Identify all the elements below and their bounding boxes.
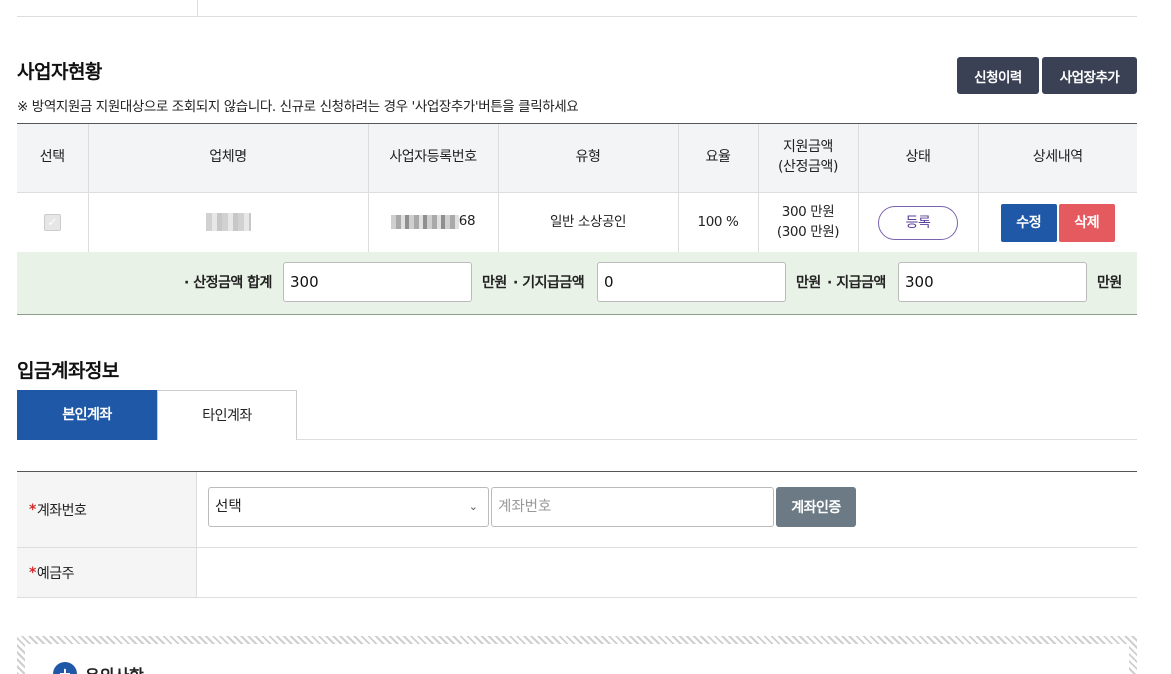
plus-circle-icon: + [53, 662, 77, 674]
business-notice: ※ 방역지원금 지원대상으로 조회되지 않습니다. 신규로 신청하려는 경우 '… [17, 99, 579, 115]
reg-no-tail: 68 [458, 213, 476, 230]
calc-amount: (300 만원) [776, 223, 840, 240]
add-business-button[interactable]: 사업장추가 [1042, 57, 1137, 94]
amount-summary-bar: · 산정금액 합계 만원 · 기지급금액 만원 · 지급금액 만원 [17, 252, 1137, 315]
col-rate: 요율 [677, 123, 758, 193]
account-holder-label: * 예금주 [17, 548, 197, 597]
col-type: 유형 [497, 123, 678, 193]
col-amount-line2: (산정금액) [777, 159, 839, 175]
account-section-title: 입금계좌정보 [17, 360, 119, 382]
chevron-down-icon: ⌄ [468, 500, 478, 513]
verify-account-button[interactable]: 계좌인증 [776, 487, 856, 527]
business-type: 일반 소상공인 [497, 192, 678, 253]
paid-amount-label: · 기지급금액 [513, 275, 585, 291]
edit-button[interactable]: 수정 [1000, 203, 1057, 242]
col-amount-line1: 지원금액 [783, 139, 833, 156]
select-checkbox[interactable]: ✓ [43, 213, 61, 231]
payout-amount-label: · 지급금액 [827, 275, 886, 291]
calc-total-input[interactable] [283, 262, 472, 302]
account-tabs: 본인계좌 타인계좌 [17, 390, 1137, 440]
account-number-label-text: 계좌번호 [36, 502, 87, 519]
col-detail: 상세내역 [977, 123, 1137, 193]
reg-no-redacted [390, 215, 459, 230]
col-reg-no: 사업자등록번호 [367, 123, 498, 193]
company-name-redacted [205, 212, 251, 231]
business-section-title: 사업자현황 [17, 61, 102, 83]
table-row: ✓ 68 일반 소상공인 100 % 300 만원 (300 만원) 등록 수정 삭… [17, 192, 1137, 253]
paid-amount-input[interactable] [597, 262, 786, 302]
bank-select[interactable]: 선택 ⌄ [208, 487, 489, 527]
previous-table-row [17, 0, 1137, 17]
account-holder-row: * 예금주 [17, 548, 1137, 598]
account-holder-label-text: 예금주 [36, 565, 75, 582]
required-mark: * [29, 564, 36, 581]
status-badge: 등록 [878, 205, 958, 240]
guide-title: 유의사항 [85, 662, 144, 674]
bank-select-value: 선택 [215, 499, 242, 515]
account-number-input[interactable] [491, 487, 774, 527]
unit-label-2: 만원 [796, 275, 821, 291]
table-header-row: 선택 업체명 사업자등록번호 유형 요율 지원금액 (산정금액) 상태 상세내역 [17, 123, 1137, 193]
application-history-button[interactable]: 신청이력 [957, 57, 1039, 94]
tab-other-account[interactable]: 타인계좌 [157, 390, 297, 440]
account-form: *계좌번호 선택⌄ 계좌인증 *예금주 [17, 471, 1137, 598]
calc-total-label: · 산정금액 합계 [184, 275, 272, 291]
col-status: 상태 [857, 123, 978, 193]
unit-label-3: 만원 [1097, 275, 1122, 291]
col-amount: 지원금액 (산정금액) [757, 123, 858, 193]
delete-button[interactable]: 삭제 [1058, 203, 1115, 242]
col-select: 선택 [17, 123, 88, 193]
col-company: 업체명 [87, 123, 368, 193]
account-number-row: *계좌번호 선택 ⌄ 계좌인증 [17, 472, 1137, 548]
support-rate: 100 % [677, 192, 758, 253]
tab-own-account[interactable]: 본인계좌 [17, 390, 157, 440]
support-amount: 300 만원 [781, 203, 835, 220]
guide-box: + 유의사항 [17, 636, 1137, 674]
account-number-label: * 계좌번호 [17, 472, 197, 547]
business-table: 선택 업체명 사업자등록번호 유형 요율 지원금액 (산정금액) 상태 상세내역 … [17, 123, 1137, 253]
payout-amount-input[interactable] [898, 262, 1087, 302]
unit-label-1: 만원 [482, 275, 507, 291]
required-mark: * [29, 501, 36, 518]
